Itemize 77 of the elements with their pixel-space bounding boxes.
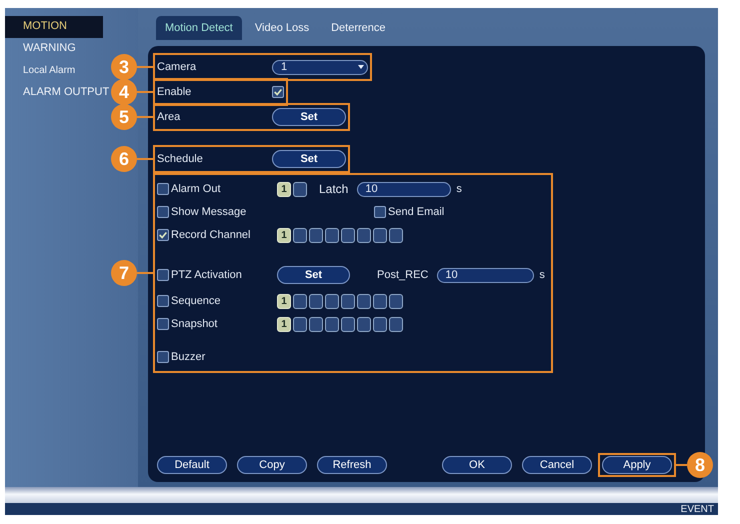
channel-toggle[interactable] — [373, 316, 387, 332]
channel-toggle[interactable] — [357, 294, 371, 308]
checkbox[interactable] — [157, 269, 169, 281]
leader-line — [137, 272, 153, 274]
tab[interactable]: Motion Detect — [156, 16, 242, 40]
leader-line — [137, 116, 153, 118]
checkbox[interactable] — [157, 183, 169, 195]
checkbox[interactable] — [157, 229, 169, 241]
caret-icon — [358, 65, 364, 69]
option-label: Send Email — [388, 206, 444, 218]
channel-toggle[interactable] — [293, 316, 307, 332]
field-label: Schedule — [157, 153, 204, 165]
action-button[interactable]: Cancel — [522, 456, 592, 474]
channel-toggle[interactable] — [325, 294, 339, 308]
tab[interactable]: Deterrence — [322, 16, 395, 40]
option-label: Record Channel — [171, 229, 250, 241]
field-label: Post_REC — [377, 269, 428, 281]
option-label: PTZ Activation — [171, 269, 242, 281]
field-label: Area — [157, 111, 182, 123]
channel-toggle[interactable] — [325, 316, 339, 332]
option-label: Sequence — [171, 295, 221, 307]
tab[interactable]: Video Loss — [246, 16, 318, 40]
sidebar-item[interactable]: MOTION — [5, 16, 103, 38]
channel-toggle[interactable] — [309, 294, 323, 308]
leader-line — [137, 158, 153, 160]
checkbox[interactable] — [157, 206, 169, 218]
field-label: Latch — [319, 182, 348, 196]
channel-toggle[interactable]: 1 — [277, 294, 291, 308]
channel-toggle[interactable] — [373, 294, 387, 308]
leader-line — [137, 91, 153, 93]
action-button[interactable]: Apply — [602, 456, 672, 474]
sidebar-item[interactable]: WARNING — [5, 38, 78, 60]
action-button[interactable]: Copy — [237, 456, 307, 474]
channel-toggle[interactable] — [357, 316, 371, 332]
channel-toggle[interactable] — [341, 228, 355, 242]
channel-toggle[interactable] — [389, 316, 403, 332]
channel-toggle[interactable] — [293, 294, 307, 308]
channel-toggle[interactable] — [293, 228, 307, 242]
checkbox[interactable] — [157, 318, 169, 330]
channel-toggle[interactable]: 1 — [277, 228, 291, 242]
channel-toggle[interactable] — [389, 228, 403, 242]
channel-toggle[interactable] — [341, 294, 355, 308]
channel-toggle[interactable] — [293, 182, 307, 196]
field-label: Camera — [157, 61, 198, 73]
channel-toggle[interactable] — [325, 228, 339, 242]
option-label: Alarm Out — [171, 183, 221, 195]
post-rec-field[interactable]: 10 — [437, 268, 534, 282]
action-button[interactable]: OK — [442, 456, 512, 474]
set-button[interactable]: Set — [272, 150, 346, 168]
sidebar-item[interactable]: Local Alarm — [5, 60, 78, 82]
channel-toggle[interactable]: 1 — [277, 316, 291, 332]
channel-toggle[interactable] — [373, 228, 387, 242]
unit-label: s — [456, 183, 462, 195]
section-title: EVENT — [680, 504, 714, 514]
set-button[interactable]: Set — [272, 108, 346, 126]
unit-label: s — [539, 269, 545, 281]
channel-toggle[interactable] — [389, 294, 403, 308]
channel-toggle[interactable] — [341, 316, 355, 332]
channel-toggle[interactable] — [309, 228, 323, 242]
field-label: Enable — [157, 86, 192, 98]
latch-field[interactable]: 10 — [357, 182, 452, 196]
checkbox[interactable] — [157, 295, 169, 307]
leader-line — [137, 66, 153, 68]
checkbox[interactable] — [157, 351, 169, 363]
set-button[interactable]: Set — [277, 266, 350, 284]
action-button[interactable]: Default — [157, 456, 227, 474]
option-label: Show Message — [171, 206, 246, 218]
channel-toggle[interactable] — [309, 316, 323, 332]
camera-select[interactable]: 1 — [272, 60, 368, 74]
checkbox[interactable] — [374, 206, 386, 218]
action-button[interactable]: Refresh — [317, 456, 387, 474]
option-label: Buzzer — [171, 351, 206, 363]
sidebar-item[interactable]: ALARM OUTPUT — [5, 82, 112, 104]
option-label: Snapshot — [171, 318, 218, 330]
channel-toggle[interactable]: 1 — [277, 182, 291, 196]
channel-toggle[interactable] — [357, 228, 371, 242]
checkbox[interactable] — [272, 86, 284, 98]
